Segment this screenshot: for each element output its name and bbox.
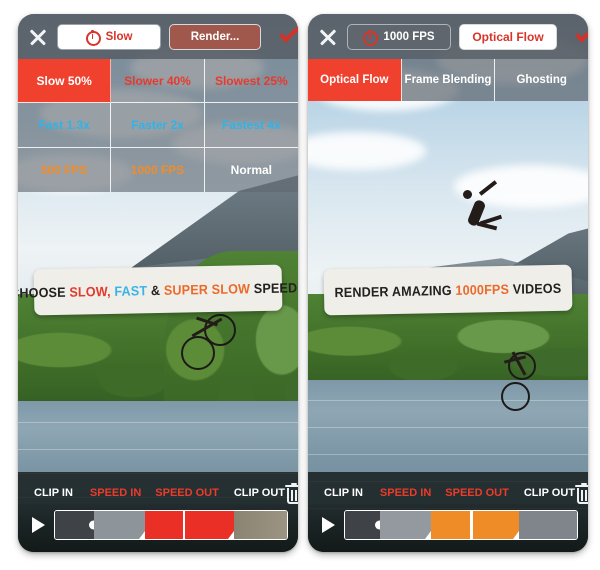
timeline-segment-speed[interactable] [430, 511, 471, 539]
timeline-left [28, 509, 288, 541]
timeline-segment[interactable] [379, 511, 437, 539]
water-ripple [308, 400, 588, 402]
tab-frame-blending[interactable]: Frame Blending [402, 59, 496, 101]
caption-part-fast: FAST [114, 282, 148, 299]
timeline-segment[interactable] [55, 511, 99, 539]
tab-label: Frame Blending [404, 74, 492, 86]
speed-in-button[interactable]: SPEED IN [90, 487, 141, 499]
speed-option-slowest-25[interactable]: Slowest 25% [204, 59, 298, 104]
rider-head-silhouette [463, 190, 472, 199]
phone-panel-right: 1000 FPS Optical Flow Optical Flow Frame… [308, 14, 588, 552]
water-ripple [18, 448, 298, 450]
timeline-track[interactable] [54, 510, 288, 540]
speed-option-slow-50[interactable]: Slow 50% [18, 59, 112, 104]
clip-button-row: CLIP IN SPEED IN SPEED OUT CLIP OUT [308, 480, 588, 506]
render-mode-label: Optical Flow [472, 29, 544, 44]
caption-part-slow: SLOW, [69, 283, 111, 300]
render-button[interactable]: Render... [169, 23, 261, 50]
play-icon[interactable] [32, 517, 45, 533]
speed-option-1000-fps[interactable]: 1000 FPS [111, 147, 205, 192]
timeline-segment-speed[interactable] [182, 511, 240, 539]
play-icon[interactable] [322, 517, 335, 533]
close-icon[interactable] [317, 26, 339, 48]
speed-option-normal[interactable]: Normal [205, 148, 298, 192]
speed-option-500-fps[interactable]: 500 FPS [18, 147, 112, 192]
caption-part-fps: 1000FPS [455, 281, 510, 298]
bike-wheel-silhouette [501, 382, 530, 411]
bottom-controls-right: CLIP IN SPEED IN SPEED OUT CLIP OUT [308, 472, 588, 552]
speed-option-label: Faster 2x [131, 117, 184, 132]
clip-in-button[interactable]: CLIP IN [324, 487, 363, 499]
timeline-segment-speed[interactable] [470, 511, 525, 539]
caption-part-superslow: SUPER SLOW [163, 280, 251, 298]
water-ripple [308, 427, 588, 429]
speed-option-label: Fastest 4x [221, 117, 281, 132]
caption-text: RENDER AMAZING 1000FPS VIDEOS [334, 280, 561, 299]
top-toolbar-left: Slow Render... [18, 14, 298, 59]
speed-selector-label: 1000 FPS [383, 30, 435, 43]
tab-ghosting[interactable]: Ghosting [495, 59, 588, 101]
render-mode-tabs: Optical Flow Frame Blending Ghosting [308, 59, 588, 101]
speed-option-label: Fast 1.3x [38, 117, 90, 132]
timeline-segment[interactable] [94, 511, 152, 539]
speed-in-button[interactable]: SPEED IN [380, 487, 431, 499]
speed-option-grid: Slow 50% Slower 40% Slowest 25% Fast 1.3… [18, 59, 298, 192]
caption-banner-right: RENDER AMAZING 1000FPS VIDEOS [323, 264, 573, 316]
clip-out-button[interactable]: CLIP OUT [234, 487, 285, 499]
timeline-segment-speed[interactable] [145, 511, 183, 539]
timeline-segment[interactable] [518, 511, 577, 539]
speed-option-label: Normal [230, 162, 272, 177]
speed-selector-label: Slow [105, 30, 133, 43]
check-icon[interactable] [573, 27, 588, 47]
speed-selector-button[interactable]: 1000 FPS [347, 23, 451, 50]
playhead[interactable] [470, 511, 473, 539]
close-icon[interactable] [27, 26, 49, 48]
top-toolbar-right: 1000 FPS Optical Flow [308, 14, 588, 59]
speed-option-label: Slower 40% [124, 73, 191, 88]
speed-option-label: 500 FPS [40, 162, 88, 177]
caption-part: & [147, 282, 164, 298]
speed-out-button[interactable]: SPEED OUT [445, 487, 509, 499]
clip-out-button[interactable]: CLIP OUT [524, 487, 575, 499]
speed-option-label: Slow 50% [36, 73, 92, 88]
caption-part: SPEEDS [253, 279, 298, 296]
phone-panel-left: Slow Render... Slow 50% Slower 40% Slowe… [18, 14, 298, 552]
clip-button-row: CLIP IN SPEED IN SPEED OUT CLIP OUT [18, 480, 298, 506]
caption-text: CHOOSE SLOW, FAST & SUPER SLOW SPEEDS [18, 280, 298, 301]
water-ripple [308, 454, 588, 456]
playhead[interactable] [182, 511, 186, 539]
timeline-right [318, 509, 578, 541]
caption-part: CHOOSE [18, 284, 66, 301]
tab-label: Ghosting [516, 74, 567, 86]
water-ripple [18, 421, 298, 423]
speed-selector-button[interactable]: Slow [57, 23, 161, 50]
render-mode-button[interactable]: Optical Flow [459, 23, 557, 50]
timeline-track[interactable] [344, 510, 578, 540]
stopwatch-icon [85, 29, 101, 46]
tab-optical-flow[interactable]: Optical Flow [308, 59, 402, 101]
speed-option-label: Slowest 25% [214, 73, 288, 88]
caption-banner-left: CHOOSE SLOW, FAST & SUPER SLOW SPEEDS [18, 264, 298, 316]
timeline-segment[interactable] [233, 511, 287, 539]
speed-option-label: 1000 FPS [130, 162, 185, 177]
caption-part: VIDEOS [508, 280, 562, 297]
clip-in-button[interactable]: CLIP IN [34, 487, 73, 499]
render-button-label: Render... [190, 30, 240, 43]
speed-option-slower-40[interactable]: Slower 40% [111, 59, 205, 104]
stopwatch-icon [363, 29, 379, 46]
screenshot-stage: Slow Render... Slow 50% Slower 40% Slowe… [0, 0, 600, 570]
timeline-segment[interactable] [345, 511, 384, 539]
tab-label: Optical Flow [320, 74, 389, 86]
speed-option-fastest-4x[interactable]: Fastest 4x [204, 103, 298, 148]
speed-option-fast-13x[interactable]: Fast 1.3x [18, 103, 112, 148]
caption-part: RENDER AMAZING [334, 282, 456, 300]
speed-out-button[interactable]: SPEED OUT [155, 487, 219, 499]
speed-option-faster-2x[interactable]: Faster 2x [111, 103, 205, 148]
check-icon[interactable] [277, 27, 298, 47]
bottom-controls-left: CLIP IN SPEED IN SPEED OUT CLIP OUT [18, 472, 298, 552]
